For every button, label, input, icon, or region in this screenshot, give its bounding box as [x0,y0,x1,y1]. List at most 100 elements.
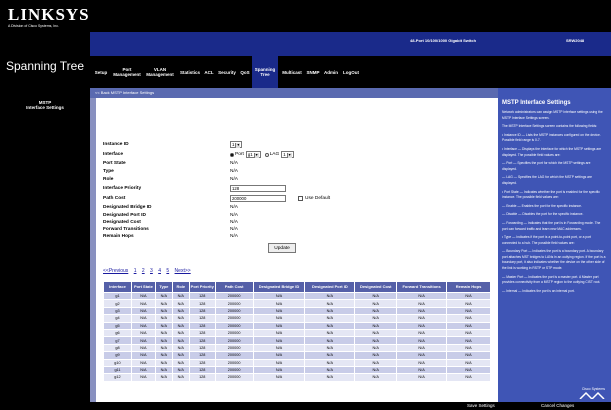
table-cell: g1 [103,291,132,301]
chevron-down-icon: ▼ [235,143,241,148]
col-designated-bridge-id: Designated Bridge ID [252,281,306,293]
tab-multicast[interactable]: Multicast [280,56,304,88]
table-cell: N/A [154,291,173,301]
subnav-line-2: Interface Settings [26,105,64,110]
table-cell: g3 [103,306,132,316]
tab-snmp[interactable]: SNMP [305,56,321,88]
type-value: N/A [230,169,238,174]
tab-port-management[interactable]: Port Management [112,56,142,88]
table-cell: g12 [103,373,132,382]
table-cell: N/A [130,358,156,367]
table-row: g5 N/A N/A N/A 128 200000 N/A N/A N/A N/A N/A [103,321,491,330]
help-paragraph: — Boundary Port — Indicates the port is … [502,249,606,271]
table-cell: N/A [304,306,356,316]
mstp-interface-table: Interface Port State Type Role Port Prio… [103,281,491,382]
pagination: <<Previous 1 2 3 4 5 Next>> [103,268,195,274]
table-cell: N/A [304,365,356,375]
table-cell: N/A [446,291,491,301]
section-title: Spanning Tree [5,59,85,73]
table-cell: N/A [171,306,190,316]
interface-priority-input[interactable] [230,185,286,192]
table-cell: N/A [154,358,173,367]
lag-radio[interactable] [264,152,269,157]
table-cell: N/A [446,358,491,367]
instance-id-select[interactable]: 1 ▼ [230,141,243,148]
logo-tagline: A Division of Cisco Systems, Inc. [8,24,59,28]
table-cell: g10 [103,358,132,367]
cancel-changes-button[interactable]: Cancel Changes [541,402,574,410]
tab-acl[interactable]: ACL [203,56,215,88]
update-button[interactable]: Update [268,243,296,253]
table-cell: N/A [154,299,173,308]
lag-select[interactable]: 1 ▼ [281,151,294,158]
tab-spanning-tree[interactable]: Spanning Tree [252,56,278,88]
table-cell: N/A [171,314,190,323]
table-cell: N/A [130,306,156,316]
table-cell: g8 [103,343,132,353]
table-cell: N/A [446,321,491,330]
table-cell: 200000 [214,351,254,360]
tab-statistics[interactable]: Statistics [178,56,202,88]
table-cell: N/A [154,373,173,382]
interface-row: Interface Port g1 ▼ LAG 1 ▼ [103,151,294,158]
forward-transitions-value: N/A [230,227,238,232]
tab-setup[interactable]: Setup [92,56,110,88]
table-cell: N/A [304,299,356,308]
page-link-4[interactable]: 4 [158,268,161,274]
use-default-label: Use Default [305,196,331,201]
table-cell: N/A [252,365,306,375]
path-cost-label: Path Cost [103,196,126,201]
previous-page-link[interactable]: <<Previous [103,268,128,274]
table-row: g2 N/A N/A N/A 128 200000 N/A N/A N/A N/A N/A [103,299,491,308]
table-cell: 128 [188,336,216,345]
col-path-cost: Path Cost [214,281,254,293]
table-cell: 128 [188,314,216,323]
path-cost-input[interactable] [230,195,286,202]
table-cell: g7 [103,336,132,345]
table-cell: N/A [252,314,306,323]
lag-radio-label: LAG [269,152,280,157]
tab-qos[interactable]: QoS [239,56,251,88]
table-cell: N/A [154,351,173,360]
table-cell: N/A [354,358,398,367]
chevron-down-icon: ▼ [253,153,259,158]
breadcrumb[interactable]: << Back MSTP Interface Settings [95,90,495,97]
table-cell: N/A [171,299,190,308]
port-select[interactable]: g1 ▼ [245,151,261,158]
table-cell: N/A [446,373,491,382]
page-link-1[interactable]: 1 [134,268,137,274]
tab-vlan-management[interactable]: VLAN Management [144,56,176,88]
page-link-2[interactable]: 2 [142,268,145,274]
help-paragraph: • Port State — Indicates whether the por… [502,189,600,200]
instance-id-label: Instance ID [103,142,129,147]
table-cell: N/A [396,336,448,345]
table-cell: N/A [130,351,156,360]
table-cell: N/A [304,358,356,367]
page-link-3[interactable]: 3 [150,268,153,274]
page-link-5[interactable]: 5 [166,268,169,274]
footer-bar [0,402,611,410]
next-page-link[interactable]: Next>> [175,268,191,274]
tab-logout[interactable]: LogOut [341,56,361,88]
help-paragraph: The MSTP Interface Settings screen conta… [502,124,598,129]
help-paragraph: — Master Port — Indicates the port is a … [502,274,601,285]
subnav-item-mstp-interface-settings[interactable]: MSTP Interface Settings [0,100,90,110]
table-cell: N/A [130,373,156,382]
port-radio[interactable] [230,152,234,157]
use-default-checkbox[interactable] [298,196,303,201]
designated-cost-row: Designated Cost N/A [103,219,238,226]
main-nav: Setup Port Management VLAN Management St… [90,56,611,88]
table-cell: N/A [154,314,173,323]
table-cell: 200000 [214,321,254,330]
table-cell: N/A [154,365,173,375]
table-cell: N/A [171,365,190,375]
help-paragraph: • Interface — Displays the interface for… [502,146,602,157]
designated-bridge-id-label: Designated Bridge ID [103,205,152,210]
table-cell: N/A [396,358,448,367]
tab-admin[interactable]: Admin [322,56,340,88]
tab-security[interactable]: Security [216,56,238,88]
save-settings-button[interactable]: Save Settings [467,402,495,410]
forward-transitions-label: Forward Transitions [103,227,149,232]
table-cell: 200000 [214,328,254,338]
table-cell: N/A [252,373,306,382]
